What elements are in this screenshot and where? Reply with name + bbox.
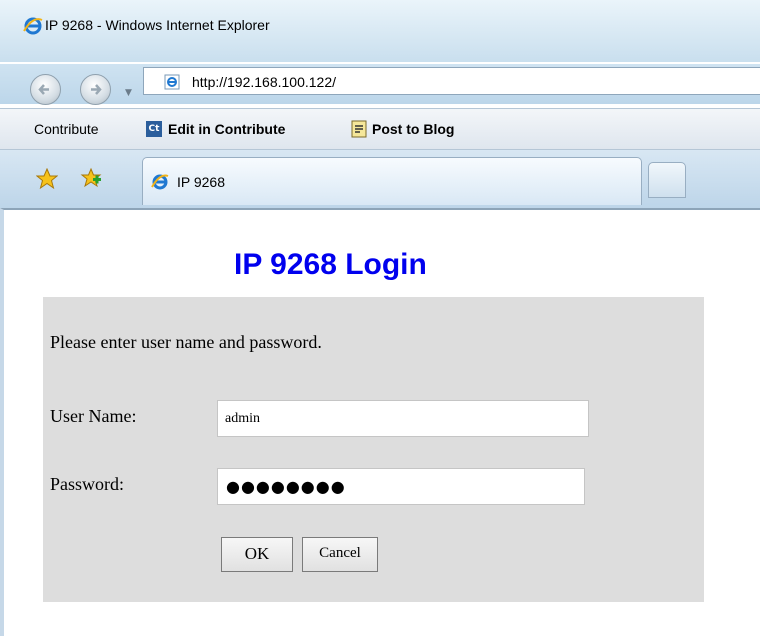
ie-page-icon [164,74,180,90]
window-title: IP 9268 - Windows Internet Explorer [45,17,270,33]
ie-icon [23,17,43,35]
back-arrow-icon [38,84,49,95]
recent-pages-dropdown[interactable]: ▼ [125,88,132,98]
password-input[interactable]: ●●●●●●●● [217,468,585,505]
password-label: Password: [50,474,125,494]
post-to-blog-button[interactable]: Post to Blog [372,121,454,137]
page-title: IP 9268 Login [234,248,427,281]
user-name-label: User Name: [50,406,137,426]
tab-bar: IP 9268 [0,150,760,208]
cancel-button[interactable]: Cancel [302,537,378,572]
login-form: Please enter user name and password. Use… [43,297,704,602]
contribute-icon: Ct [146,121,162,137]
login-instructions: Please enter user name and password. [50,332,322,352]
window-title-bar: IP 9268 - Windows Internet Explorer [0,0,760,62]
user-name-input[interactable]: admin [217,400,589,437]
tab-ip-9268[interactable]: IP 9268 [142,157,642,205]
contribute-button[interactable]: Contribute [34,121,99,137]
add-favorite-icon[interactable] [80,167,102,189]
ok-button[interactable]: OK [221,537,293,572]
post-to-blog-icon [351,120,367,138]
new-tab-button[interactable] [648,162,686,198]
favorites-star-icon[interactable] [36,168,58,190]
back-button[interactable] [30,74,61,105]
edit-in-contribute-button[interactable]: Edit in Contribute [168,121,285,137]
links-toolbar: Contribute Ct Edit in Contribute Post to… [0,108,760,150]
forward-arrow-icon [91,84,102,95]
ie-icon [151,174,169,190]
page-content: IP 9268 Login Please enter user name and… [0,208,760,636]
tab-label: IP 9268 [177,174,226,190]
address-url[interactable]: http://192.168.100.122/ [192,74,336,90]
forward-button[interactable] [80,74,111,105]
address-bar[interactable]: http://192.168.100.122/ [143,67,760,95]
